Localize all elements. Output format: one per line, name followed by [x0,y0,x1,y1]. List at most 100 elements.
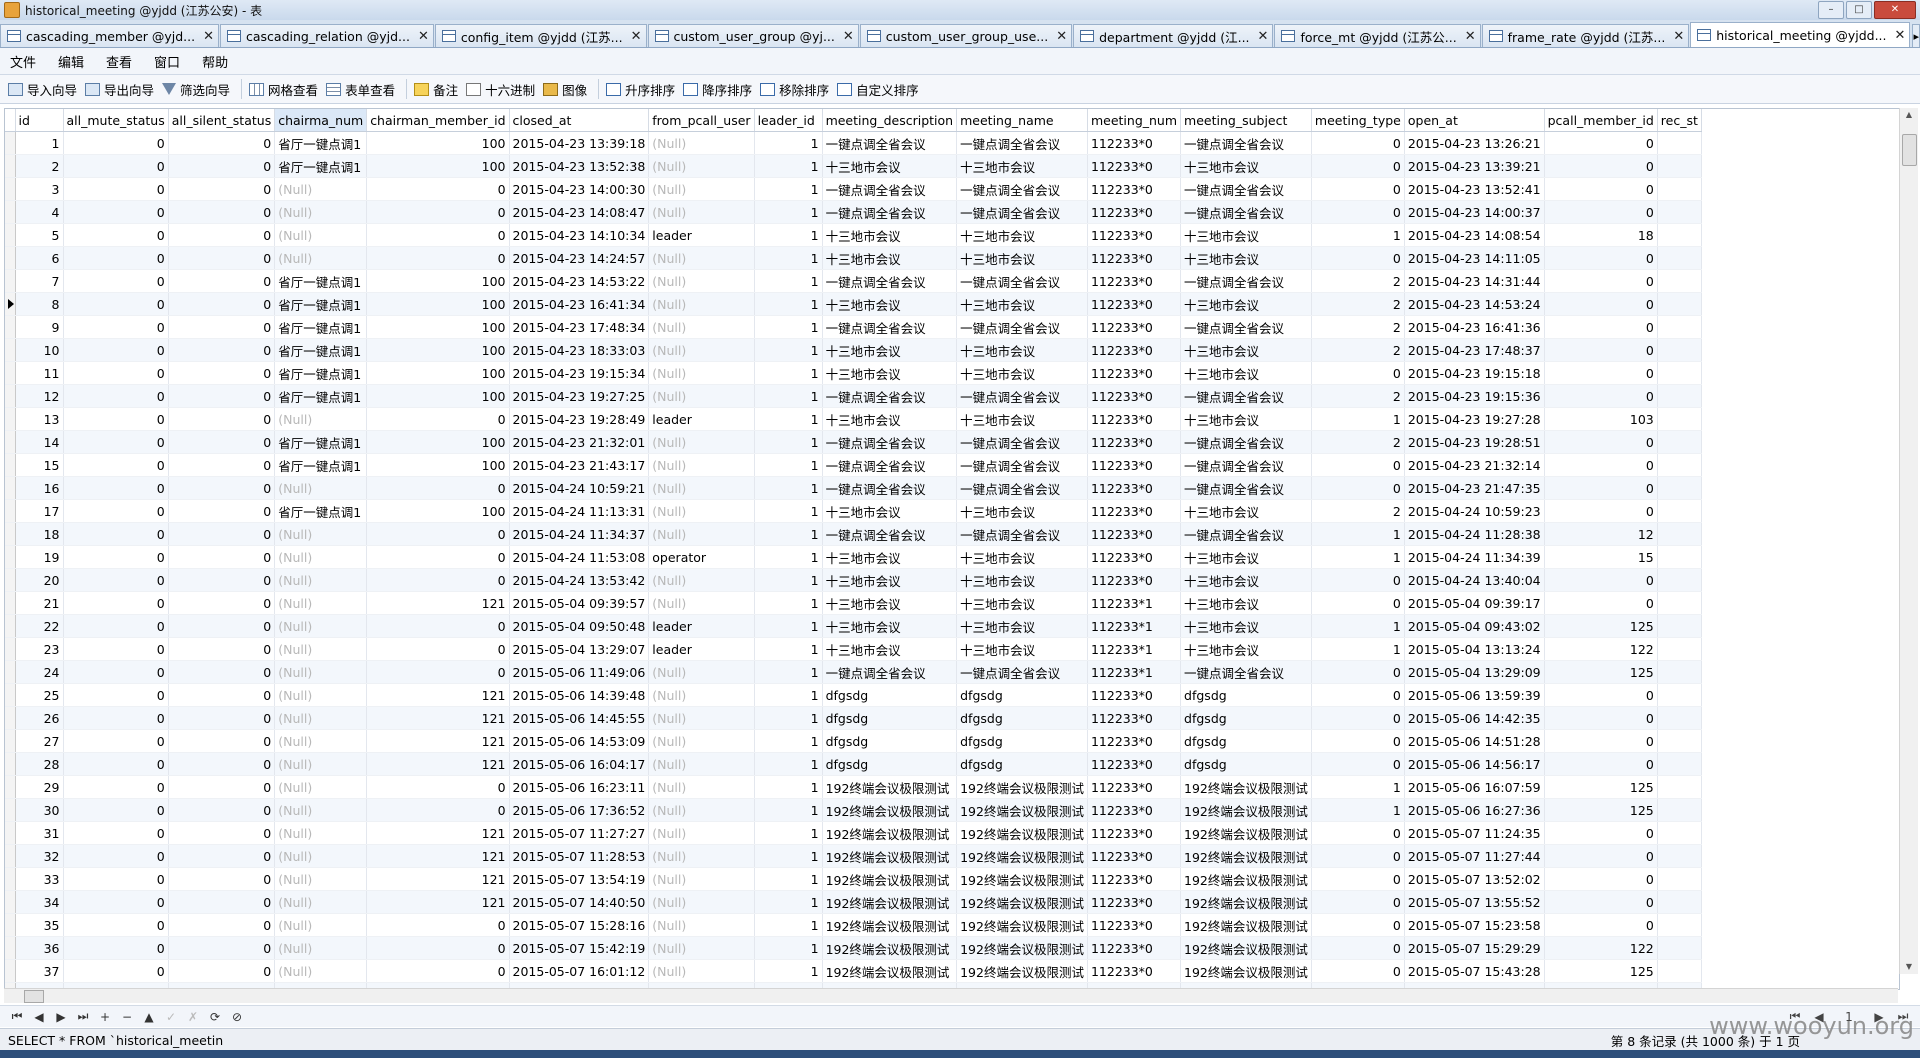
cell-from_pcall_user[interactable]: leader [648,637,755,661]
cell-id[interactable]: 6 [15,246,64,270]
cell-all_silent_status[interactable]: 0 [168,959,276,983]
cell-open_at[interactable]: 2015-04-23 14:53:24 [1404,292,1545,316]
cell-chairman_member_id[interactable]: 0 [366,200,510,224]
cell-meeting_subject[interactable]: 192终端会议极限测试 [1180,890,1312,914]
cell-meeting_num[interactable]: 112233*0 [1087,292,1182,316]
cell-leader_id[interactable]: 1 [754,729,823,753]
cell-leader_id[interactable]: 1 [754,131,823,155]
close-icon[interactable]: ✕ [631,29,642,44]
cell-pcall_member_id[interactable]: 125 [1544,798,1658,822]
column-header[interactable]: pcall_member_id [1544,109,1658,132]
cell-meeting_type[interactable]: 0 [1311,844,1405,868]
cell-leader_id[interactable]: 1 [754,775,823,799]
cell-id[interactable]: 13 [15,407,64,431]
cell-meeting_num[interactable]: 112233*0 [1087,752,1182,776]
cell-chairma_num[interactable]: (Null) [274,614,368,638]
cell-closed_at[interactable]: 2015-04-24 11:34:37 [509,522,650,546]
memo-button[interactable]: 备注 [412,78,464,100]
cell-all_mute_status[interactable]: 0 [63,821,169,845]
cell-open_at[interactable]: 2015-05-04 09:43:02 [1404,614,1545,638]
cell-meeting_subject[interactable]: 十三地市会议 [1180,292,1312,316]
cell-rec_st[interactable] [1657,131,1702,155]
cell-meeting_num[interactable]: 112233*0 [1087,867,1182,891]
cell-all_mute_status[interactable]: 0 [63,959,169,983]
cell-all_silent_status[interactable]: 0 [168,729,276,753]
cell-all_silent_status[interactable]: 0 [168,867,276,891]
cell-open_at[interactable]: 2015-05-06 14:56:17 [1404,752,1545,776]
cell-chairma_num[interactable]: (Null) [274,223,368,247]
cell-rec_st[interactable] [1657,637,1702,661]
cell-leader_id[interactable]: 1 [754,867,823,891]
cell-all_silent_status[interactable]: 0 [168,407,276,431]
cell-rec_st[interactable] [1657,614,1702,638]
cell-rec_st[interactable] [1657,338,1702,362]
cell-chairma_num[interactable]: (Null) [274,729,368,753]
cell-meeting_type[interactable]: 1 [1311,223,1405,247]
form-view-button[interactable]: 表单查看 [324,78,401,100]
column-header[interactable]: leader_id [754,109,823,132]
tab-overflow-icon[interactable]: ▸ [1912,24,1920,47]
close-icon[interactable]: ✕ [203,29,214,44]
cell-chairman_member_id[interactable]: 0 [366,660,510,684]
cell-pcall_member_id[interactable]: 0 [1544,154,1658,178]
cell-id[interactable]: 33 [15,867,64,891]
cell-meeting_type[interactable]: 0 [1311,890,1405,914]
delete-record-icon[interactable]: − [116,1010,138,1024]
cell-meeting_subject[interactable]: 十三地市会议 [1180,223,1312,247]
cell-meeting_num[interactable]: 112233*0 [1087,315,1182,339]
table-row[interactable]: 8 0 0 省厅一键点调1 100 2015-04-23 16:41:34 (Null) 1 十… [5,292,1702,316]
cell-pcall_member_id[interactable]: 0 [1544,292,1658,316]
cell-open_at[interactable]: 2015-05-06 16:07:59 [1404,775,1545,799]
cell-pcall_member_id[interactable]: 125 [1544,959,1658,983]
last-record-icon[interactable]: ⏭ [72,1009,94,1024]
column-header[interactable]: meeting_type [1311,109,1405,132]
cell-closed_at[interactable]: 2015-04-23 16:41:34 [509,292,650,316]
cell-chairma_num[interactable]: (Null) [274,913,368,937]
cell-meeting_type[interactable]: 0 [1311,752,1405,776]
table-row[interactable]: 29 0 0 (Null) 0 2015-05-06 16:23:11 (Null) 1 192… [5,775,1702,799]
cell-chairman_member_id[interactable]: 0 [366,476,510,500]
cell-rec_st[interactable] [1657,867,1702,891]
row-indicator[interactable] [5,269,16,293]
cell-chairma_num[interactable]: (Null) [274,177,368,201]
column-header[interactable]: all_mute_status [63,109,169,132]
cell-id[interactable]: 34 [15,890,64,914]
cell-meeting_subject[interactable]: 192终端会议极限测试 [1180,936,1312,960]
cell-meeting_subject[interactable]: 十三地市会议 [1180,591,1312,615]
cell-all_mute_status[interactable]: 0 [63,798,169,822]
cell-meeting_name[interactable]: 一键点调全省会议 [956,177,1088,201]
cell-meeting_name[interactable]: 十三地市会议 [956,361,1088,385]
cell-all_mute_status[interactable]: 0 [63,154,169,178]
cell-meeting_description[interactable]: 十三地市会议 [822,292,958,316]
cell-all_silent_status[interactable]: 0 [168,614,276,638]
cell-from_pcall_user[interactable]: (Null) [648,913,755,937]
cell-meeting_type[interactable]: 0 [1311,200,1405,224]
cell-rec_st[interactable] [1657,706,1702,730]
cell-rec_st[interactable] [1657,821,1702,845]
cell-all_silent_status[interactable]: 0 [168,246,276,270]
cell-chairma_num[interactable]: (Null) [274,200,368,224]
table-row[interactable]: 16 0 0 (Null) 0 2015-04-24 10:59:21 (Null) 1 一键点… [5,476,1702,500]
cell-all_silent_status[interactable]: 0 [168,844,276,868]
cell-pcall_member_id[interactable]: 0 [1544,177,1658,201]
column-header[interactable]: closed_at [509,109,650,132]
row-indicator[interactable] [5,821,16,845]
cell-all_mute_status[interactable]: 0 [63,384,169,408]
cell-chairma_num[interactable]: (Null) [274,660,368,684]
table-row[interactable]: 10 0 0 省厅一键点调1 100 2015-04-23 18:33:03 (Null) 1… [5,338,1702,362]
cell-chairma_num[interactable]: 省厅一键点调1 [274,338,368,362]
cell-meeting_num[interactable]: 112233*0 [1087,154,1182,178]
row-indicator[interactable] [5,591,16,615]
cell-open_at[interactable]: 2015-04-24 10:59:23 [1404,499,1545,523]
cell-from_pcall_user[interactable]: (Null) [648,522,755,546]
cell-meeting_description[interactable]: 一键点调全省会议 [822,522,958,546]
cell-meeting_type[interactable]: 0 [1311,591,1405,615]
tab-7[interactable]: frame_rate @yjdd (江苏... ✕ [1481,24,1690,47]
cell-all_mute_status[interactable]: 0 [63,292,169,316]
cell-meeting_description[interactable]: 一键点调全省会议 [822,177,958,201]
cell-open_at[interactable]: 2015-04-24 11:28:38 [1404,522,1545,546]
cell-id[interactable]: 15 [15,453,64,477]
cell-meeting_type[interactable]: 2 [1311,384,1405,408]
cell-pcall_member_id[interactable]: 18 [1544,223,1658,247]
row-indicator[interactable] [5,775,16,799]
